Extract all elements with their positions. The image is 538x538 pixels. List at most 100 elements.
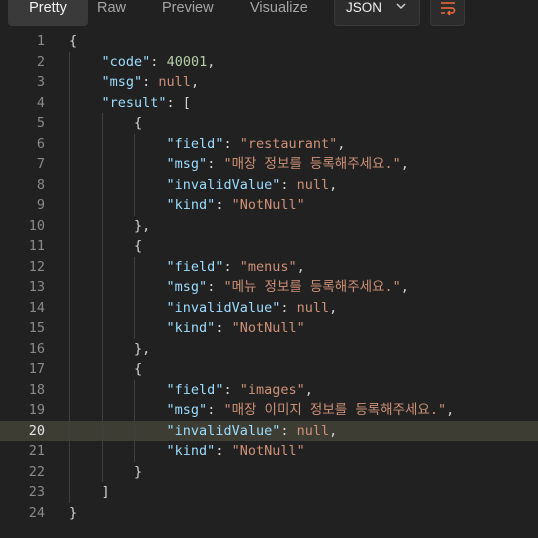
code-line: 4 "result": [ (0, 93, 538, 114)
line-number: 9 (36, 197, 45, 213)
json-null: null (296, 299, 330, 316)
json-key: "msg" (101, 74, 143, 90)
line-number: 14 (28, 299, 45, 316)
json-punctuation: : (207, 156, 224, 172)
json-punctuation: , (304, 381, 313, 398)
json-punctuation: : (280, 422, 297, 439)
code-text: "kind": "NotNull" (167, 441, 305, 462)
json-string: "NotNull" (231, 197, 305, 213)
json-punctuation: , (329, 422, 338, 439)
code-line: 7 "msg": "매장 정보를 등록해주세요.", (0, 154, 538, 175)
line-number: 21 (28, 443, 45, 459)
json-punctuation: }, (134, 217, 151, 234)
json-punctuation: : (223, 381, 240, 398)
code-line: 18 "field": "images", (0, 380, 538, 401)
json-punctuation: : (207, 279, 224, 295)
code-line: 1{ (0, 31, 538, 52)
json-punctuation: , (207, 53, 216, 70)
line-number: 6 (36, 135, 45, 152)
tab-pretty[interactable]: Pretty (8, 0, 88, 26)
code-line: 16}, (0, 339, 538, 360)
json-string: "메뉴 정보를 등록해주세요." (223, 279, 401, 295)
code-text: { (134, 113, 142, 134)
line-number: 13 (28, 279, 45, 295)
code-line: 19 "msg": "매장 이미지 정보를 등록해주세요.", (0, 400, 538, 421)
code-text: "field": "images", (167, 380, 313, 401)
json-key: "invalidValue" (166, 299, 281, 316)
code-text: "msg": "매장 정보를 등록해주세요.", (167, 154, 409, 175)
json-key: "result" (101, 94, 167, 111)
line-number: 7 (36, 156, 45, 172)
json-punctuation: { (134, 115, 143, 131)
code-text: "invalidValue": null, (167, 175, 338, 196)
code-line: 23] (0, 482, 538, 503)
code-text: } (134, 462, 142, 483)
line-number: 19 (28, 402, 45, 418)
line-number: 17 (28, 361, 45, 377)
json-punctuation: : (142, 74, 159, 90)
line-number: 22 (28, 463, 45, 480)
code-line: 22} (0, 462, 538, 483)
line-number: 12 (28, 258, 45, 275)
tab-preview[interactable]: Preview (162, 0, 214, 26)
code-line: 10}, (0, 216, 538, 237)
json-punctuation: ] (101, 484, 110, 500)
code-text: ] (102, 482, 110, 503)
tab-raw[interactable]: Raw (97, 0, 126, 26)
line-number: 24 (28, 504, 45, 521)
code-line: 17 { (0, 359, 538, 380)
line-number: 15 (28, 320, 45, 336)
json-null: null (296, 422, 330, 439)
indent-guide (134, 256, 136, 339)
line-number: 23 (28, 484, 45, 500)
code-line: 13 "msg": "메뉴 정보를 등록해주세요.", (0, 277, 538, 298)
json-string: "menus" (239, 258, 297, 275)
code-text: { (69, 31, 77, 52)
code-editor[interactable]: 1{2 "code": 40001, 3 "msg": null, 4 "result":… (0, 31, 538, 538)
line-number: 20 (28, 422, 45, 439)
json-punctuation: , (296, 258, 305, 275)
code-line: 9 "kind": "NotNull" (0, 195, 538, 216)
format-select-value: JSON (346, 0, 383, 15)
json-punctuation: } (69, 504, 78, 521)
json-punctuation: : (223, 135, 240, 152)
line-number: 1 (36, 33, 45, 49)
line-number: 4 (36, 94, 45, 111)
code-text: "field": "restaurant", (167, 134, 346, 155)
json-key: "msg" (166, 156, 208, 172)
line-number: 2 (36, 53, 45, 70)
code-text: { (134, 236, 142, 257)
json-key: "code" (101, 53, 151, 70)
code-line: 11 { (0, 236, 538, 257)
json-punctuation: : (215, 320, 232, 336)
json-punctuation: } (134, 463, 143, 480)
code-line: 3 "msg": null, (0, 72, 538, 93)
code-line: 5{ (0, 113, 538, 134)
json-key: "field" (166, 258, 224, 275)
code-line: 20 "invalidValue": null, (0, 420, 538, 441)
json-punctuation: : [ (166, 94, 191, 111)
json-punctuation: , (190, 74, 200, 90)
json-key: "kind" (166, 443, 216, 459)
tab-visualize[interactable]: Visualize (250, 0, 308, 26)
json-punctuation: }, (134, 340, 151, 357)
code-line: 6 "field": "restaurant", (0, 134, 538, 155)
wrap-lines-button[interactable] (430, 0, 465, 26)
json-punctuation: , (400, 279, 409, 295)
json-punctuation: : (223, 258, 240, 275)
json-punctuation: : (280, 176, 297, 193)
json-key: "kind" (166, 320, 216, 336)
json-punctuation: { (134, 238, 143, 254)
response-toolbar: Pretty Raw Preview Visualize JSON (0, 0, 538, 26)
code-text: { (134, 359, 142, 380)
json-punctuation: , (400, 156, 409, 172)
json-key: "invalidValue" (166, 176, 281, 193)
json-key: "field" (166, 381, 224, 398)
line-number: 8 (36, 176, 45, 193)
code-text: "kind": "NotNull" (167, 318, 305, 339)
indent-guide (134, 133, 136, 216)
format-select[interactable]: JSON (334, 0, 420, 26)
code-text: "result": [ (102, 93, 191, 114)
json-key: "field" (166, 135, 224, 152)
code-line: 14 "invalidValue": null, (0, 298, 538, 319)
